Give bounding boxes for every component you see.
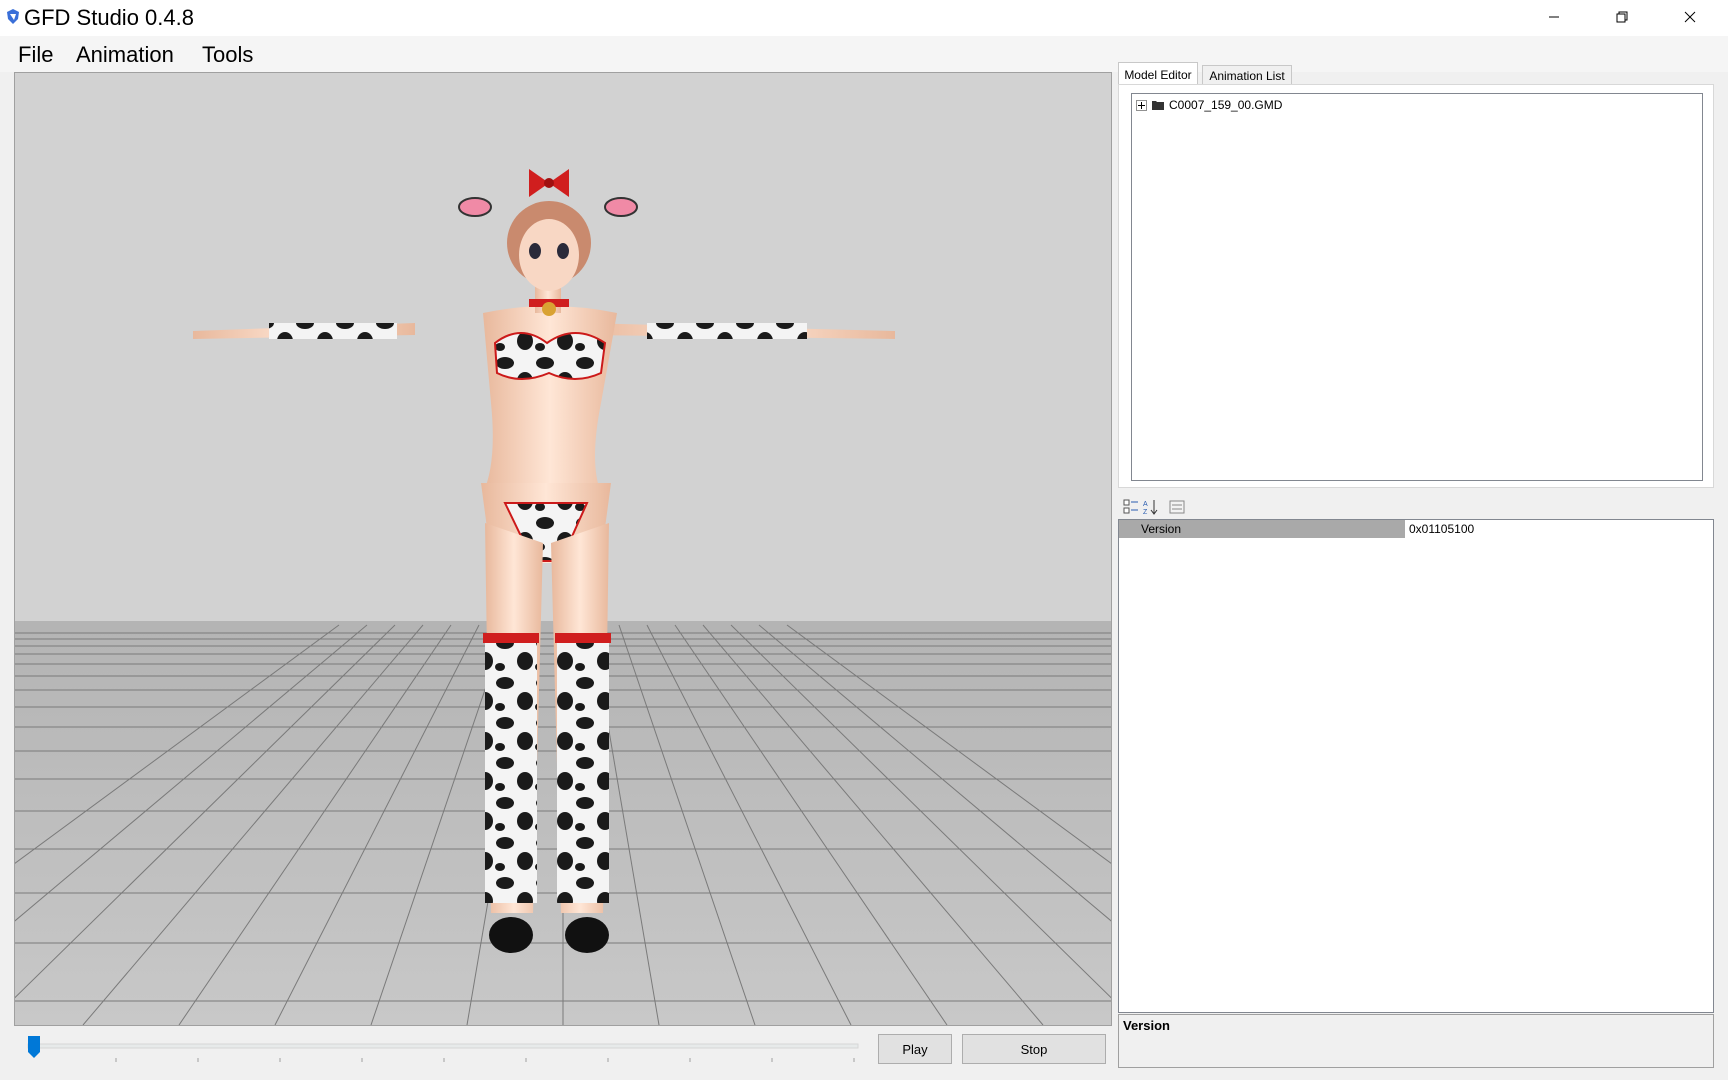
play-button[interactable]: Play	[878, 1034, 952, 1064]
tree-node-label: C0007_159_00.GMD	[1169, 98, 1283, 112]
description-title: Version	[1123, 1018, 1170, 1033]
svg-text:Z: Z	[1143, 509, 1148, 516]
close-button[interactable]	[1656, 0, 1724, 34]
tab-model-editor[interactable]: Model Editor	[1118, 62, 1198, 86]
restore-icon	[1616, 11, 1628, 23]
property-grid[interactable]: Version 0x01105100	[1118, 519, 1714, 1013]
restore-button[interactable]	[1588, 0, 1656, 34]
menu-file[interactable]: File	[18, 42, 53, 68]
app-icon	[7, 9, 19, 24]
viewport-scene	[15, 73, 1111, 1025]
menu-animation[interactable]: Animation	[76, 42, 174, 68]
menu-bar: File Animation Tools	[0, 36, 1728, 72]
expand-icon[interactable]	[1136, 99, 1147, 111]
animation-timeline[interactable]	[14, 1030, 864, 1070]
stop-button[interactable]: Stop	[962, 1034, 1106, 1064]
timeline-slider[interactable]	[14, 1030, 864, 1070]
title-bar: GFD Studio 0.4.8	[0, 0, 1728, 36]
minimize-icon	[1549, 16, 1559, 18]
property-description: Version	[1118, 1014, 1714, 1068]
categorized-icon[interactable]	[1122, 498, 1140, 516]
tab-animation-list[interactable]: Animation List	[1202, 65, 1292, 86]
minimize-button[interactable]	[1520, 0, 1588, 34]
property-name: Version	[1141, 522, 1182, 536]
model-editor-panel: C0007_159_00.GMD	[1118, 84, 1714, 488]
window-title: GFD Studio 0.4.8	[24, 5, 194, 30]
svg-text:A: A	[1143, 501, 1148, 508]
folder-icon	[1152, 101, 1164, 110]
tree-node-root[interactable]: C0007_159_00.GMD	[1136, 96, 1282, 114]
menu-tools[interactable]: Tools	[202, 42, 253, 68]
model-viewport[interactable]	[14, 72, 1112, 1026]
close-icon	[1684, 11, 1696, 23]
timeline-thumb[interactable]	[28, 1036, 40, 1058]
sort-alphabetical-icon[interactable]: A Z	[1142, 498, 1160, 516]
property-pages-icon[interactable]	[1168, 498, 1186, 516]
property-row-version[interactable]: Version 0x01105100	[1119, 520, 1713, 538]
property-value[interactable]: 0x01105100	[1409, 522, 1474, 536]
model-tree[interactable]: C0007_159_00.GMD	[1131, 93, 1703, 481]
